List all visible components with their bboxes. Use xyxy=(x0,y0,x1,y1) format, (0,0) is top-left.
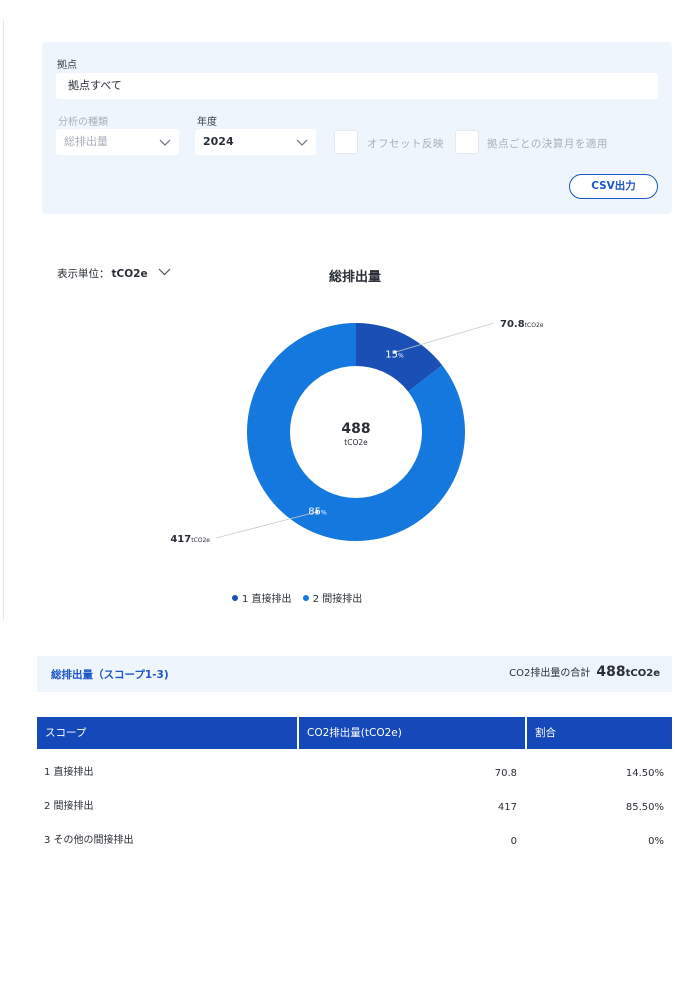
table-row-1-amount: 70.8 xyxy=(494,768,517,779)
table-header-ratio: 割合 xyxy=(527,717,672,749)
offset-label: オフセット反映 xyxy=(367,138,444,150)
offset-checkbox[interactable] xyxy=(334,130,358,154)
table-header-scope: スコープ xyxy=(37,717,297,749)
display-unit-label: 表示単位： xyxy=(57,268,110,280)
table-row-2-amount: 417 xyxy=(497,802,517,813)
analysis-type-value: 総排出量 xyxy=(64,135,108,148)
filter-panel: 拠点 拠点すべて 分析の種類 総排出量 年度 2024 オフセット反映 拠点ごと… xyxy=(42,42,672,214)
display-unit-select[interactable]: 表示単位： tCO2e xyxy=(57,266,171,281)
table-row-3-amount: 0 xyxy=(510,836,517,847)
site-select[interactable]: 拠点すべて xyxy=(56,73,658,99)
summary-bar: 総排出量（スコープ1-3) CO2排出量の合計 488tCO2e xyxy=(37,656,672,692)
chevron-down-icon xyxy=(296,139,308,146)
table-row-3-ratio: 0% xyxy=(648,836,664,847)
legend-dot-indirect xyxy=(302,595,309,601)
analysis-type-select[interactable]: 総排出量 xyxy=(56,129,179,155)
year-select[interactable]: 2024 xyxy=(195,129,316,155)
chart-legend: 1 直接排出 2 間接排出 xyxy=(232,590,370,605)
display-unit-value: tCO2e xyxy=(111,268,148,280)
legend-item-direct[interactable]: 1 直接排出 xyxy=(232,594,292,605)
table-row-2-ratio: 85.50% xyxy=(625,802,664,813)
summary-total-label: CO2排出量の合計 xyxy=(509,668,591,679)
table-row-1-ratio: 14.50% xyxy=(625,768,664,779)
chevron-down-icon xyxy=(158,268,171,276)
legend-dot-direct xyxy=(232,595,238,601)
table-row-2-scope: 2 間接排出 xyxy=(44,801,94,812)
fiscal-month-checkbox[interactable] xyxy=(455,130,479,154)
callout-point-indirect xyxy=(315,510,319,514)
callout-point-direct xyxy=(393,350,397,354)
center-total-value: 488 xyxy=(341,421,370,437)
table-row-1-scope: 1 直接排出 xyxy=(44,767,94,778)
analysis-type-label: 分析の種類 xyxy=(58,117,108,128)
legend-item-indirect[interactable]: 2 間接排出 xyxy=(302,594,363,605)
summary-total-value: 488 xyxy=(596,664,626,680)
callout-value-indirect: 417tCO2e xyxy=(170,534,210,545)
summary-total-unit: tCO2e xyxy=(625,668,660,679)
year-value: 2024 xyxy=(203,135,234,148)
donut-chart: 15%85%70.8tCO2e417tCO2e488tCO2e xyxy=(170,319,544,545)
table-row-3-scope: 3 その他の間接排出 xyxy=(44,835,134,846)
fiscal-month-label: 拠点ごとの決算月を適用 xyxy=(487,138,608,150)
summary-title: 総排出量（スコープ1-3) xyxy=(51,669,169,681)
summary-total: CO2排出量の合計 488tCO2e xyxy=(509,664,660,680)
legend-label-indirect: 2 間接排出 xyxy=(312,594,363,605)
chart-title: 総排出量 xyxy=(328,270,381,285)
legend-label-direct: 1 直接排出 xyxy=(242,594,292,605)
table-header-amount: CO2排出量(tCO2e) xyxy=(299,717,525,749)
center-total-unit: tCO2e xyxy=(344,438,368,447)
csv-export-button[interactable]: CSV出力 xyxy=(569,174,658,199)
callout-value-direct: 70.8tCO2e xyxy=(500,319,544,330)
site-label: 拠点 xyxy=(57,60,77,71)
year-label: 年度 xyxy=(197,117,217,128)
chevron-down-icon xyxy=(159,139,171,146)
